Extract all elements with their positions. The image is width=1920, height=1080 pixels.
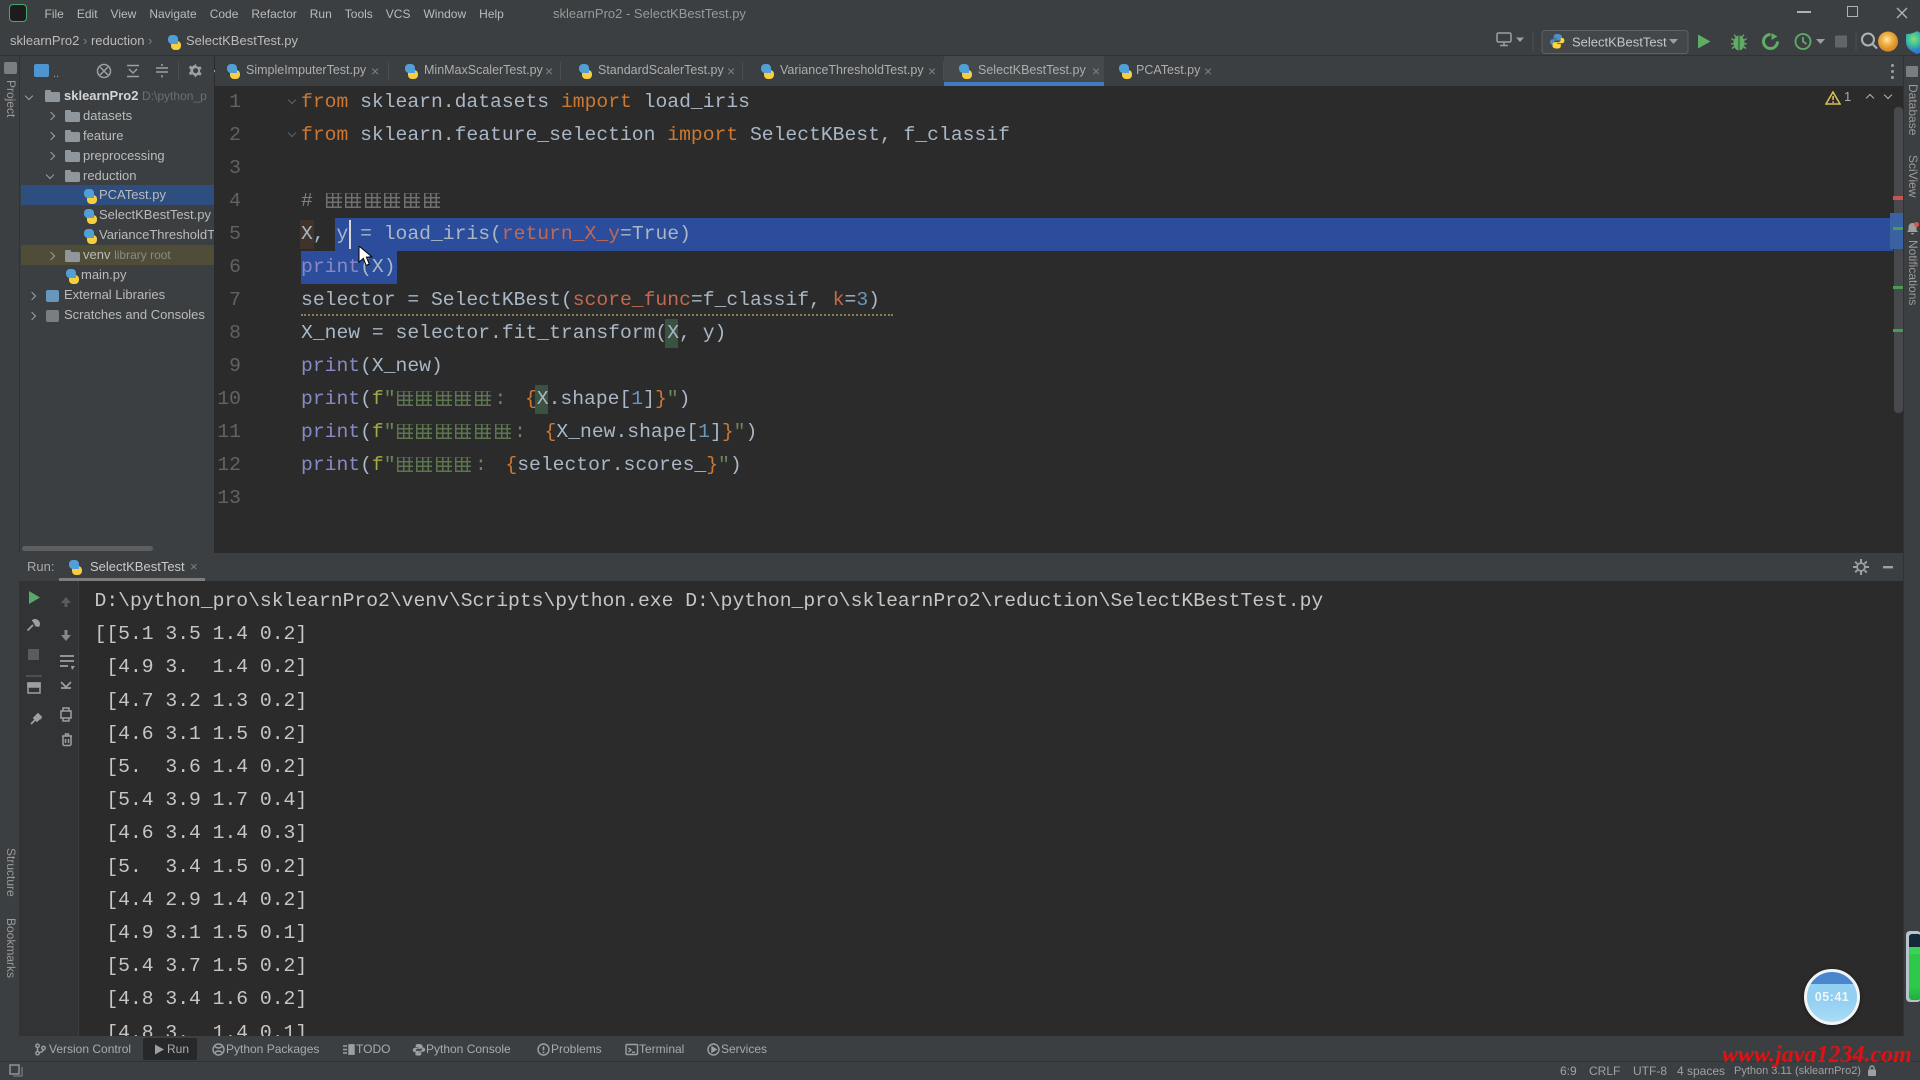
svg-text:SelectKBestTest: SelectKBestTest	[1572, 35, 1667, 50]
